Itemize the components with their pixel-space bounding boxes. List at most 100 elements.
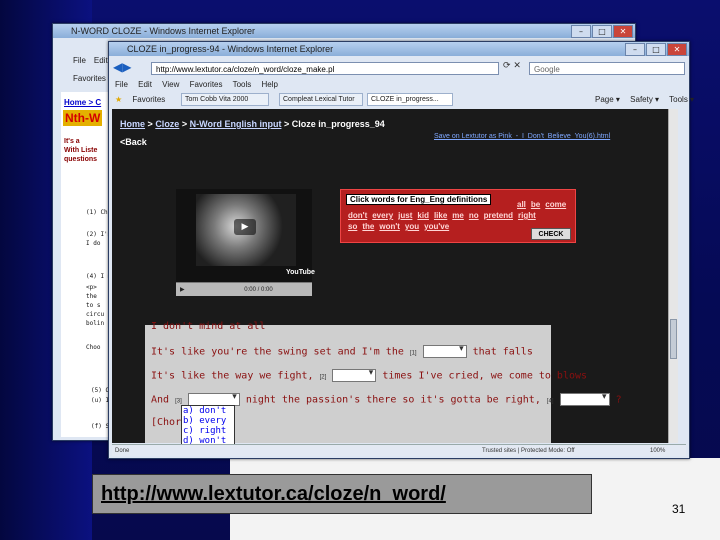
- breadcrumb: Home > Cloze > N-Word English input > Cl…: [120, 119, 385, 129]
- video-time: 0:00 / 0:00: [244, 287, 273, 293]
- blank-select[interactable]: [422, 344, 467, 358]
- status-bar: Done Trusted sites | Protected Mode: Off…: [112, 444, 686, 456]
- back-item: (5) O: [91, 387, 110, 394]
- search-input[interactable]: Google: [529, 62, 685, 75]
- lyric-text: It's like the way we fight,: [151, 370, 314, 382]
- definition-word[interactable]: no: [469, 211, 479, 220]
- menu-edit[interactable]: Edit: [138, 80, 152, 89]
- back-line: With Liste: [64, 147, 98, 154]
- nav-cloze-link[interactable]: Cloze: [155, 119, 179, 129]
- menu-edit[interactable]: Edit: [94, 56, 108, 65]
- blank-number: [3]: [175, 398, 182, 405]
- back-line: It's a: [64, 138, 80, 145]
- close-button[interactable]: ✕: [667, 43, 687, 56]
- menu-bar: File Edit View Favorites Tools Help: [115, 80, 286, 89]
- save-link[interactable]: Save on Lextutor as Pink_-_I_Don't_Belie…: [434, 133, 610, 140]
- back-favorites[interactable]: Favorites: [73, 74, 106, 83]
- menu-favorites[interactable]: Favorites: [190, 80, 223, 89]
- nav-separator: >: [181, 119, 188, 129]
- nav-nword-link[interactable]: N-Word English input: [190, 119, 282, 129]
- play-button-icon[interactable]: ▶: [180, 287, 185, 293]
- lyric-line: It's like the way we fight, [2] times I'…: [151, 368, 588, 382]
- zoom-level[interactable]: 100%: [650, 445, 665, 457]
- definition-word[interactable]: pretend: [484, 211, 513, 220]
- definitions-header: Click words for Eng_Eng definitions: [346, 194, 492, 205]
- favorites-label: Favorites: [132, 95, 166, 104]
- minimize-button[interactable]: –: [571, 25, 591, 38]
- back-item: to s: [86, 302, 101, 309]
- front-window-title: CLOZE in_progress-94 - Windows Internet …: [109, 42, 689, 56]
- back-forward-icon[interactable]: ◀▶: [113, 60, 141, 76]
- back-item: (u) I: [91, 397, 110, 404]
- menu-tools[interactable]: Tools: [233, 80, 252, 89]
- back-item: I do: [86, 240, 101, 247]
- back-item: Choo: [86, 344, 101, 351]
- back-item: (1) Ch: [86, 209, 108, 216]
- blank-dropdown-list: a) don't b) every c) right d) won't: [181, 405, 235, 447]
- definition-word[interactable]: won't: [379, 222, 400, 231]
- address-bar[interactable]: http://www.lextutor.ca/cloze/n_word/cloz…: [151, 62, 499, 75]
- command-bar: Page ▾ Safety ▾ Tools ▾: [595, 95, 702, 104]
- page-menu[interactable]: Page ▾: [595, 95, 620, 104]
- definition-word[interactable]: you've: [424, 222, 449, 231]
- youtube-logo: YouTube: [286, 269, 315, 276]
- lyric-text: times I've cried, we come to blows: [382, 370, 588, 382]
- definition-word[interactable]: you: [405, 222, 419, 231]
- blank-number: [2]: [319, 374, 327, 381]
- dropdown-option[interactable]: c) right: [182, 426, 234, 436]
- back-item: <p>: [86, 284, 97, 291]
- definition-word[interactable]: so: [348, 222, 357, 231]
- play-icon[interactable]: ▶: [234, 219, 256, 235]
- definition-word[interactable]: come: [545, 200, 566, 209]
- lyric-line: It's like you're the swing set and I'm t…: [151, 344, 533, 358]
- dropdown-option[interactable]: b) every: [182, 416, 234, 426]
- back-line: questions: [64, 156, 98, 163]
- lyric-text: night the passion's there so it's gotta …: [245, 394, 541, 406]
- nav-separator: >: [147, 119, 153, 129]
- back-breadcrumb[interactable]: Home > C: [64, 98, 101, 107]
- back-intro: It's a With Liste questions: [64, 137, 97, 164]
- menu-file[interactable]: File: [115, 80, 128, 89]
- maximize-button[interactable]: □: [592, 25, 612, 38]
- tab-lexical-tutor[interactable]: Compleat Lexical Tutor: [279, 93, 363, 106]
- front-browser-window: CLOZE in_progress-94 - Windows Internet …: [108, 41, 694, 459]
- definition-word[interactable]: the: [362, 222, 374, 231]
- blank-select[interactable]: [559, 392, 610, 406]
- definition-words-row3: so the won't you you've: [348, 216, 454, 234]
- slide-url-link[interactable]: http://www.lextutor.ca/cloze/n_word/: [92, 474, 592, 514]
- favorites-button[interactable]: ★ Favorites: [115, 95, 173, 104]
- nav-home-link[interactable]: Home: [120, 119, 145, 129]
- back-link[interactable]: <Back: [120, 137, 147, 147]
- nav-current: > Cloze in_progress_94: [283, 119, 385, 129]
- video-player[interactable]: ▶ YouTube ▶ 0:00 / 0:00: [176, 189, 315, 296]
- close-button[interactable]: ✕: [613, 25, 633, 38]
- menu-help[interactable]: Help: [262, 80, 278, 89]
- page-content: Home > Cloze > N-Word English input > Cl…: [112, 109, 678, 447]
- back-item: bolin: [86, 320, 105, 327]
- back-item: the: [86, 293, 97, 300]
- front-window-controls: – □ ✕: [625, 43, 687, 56]
- blank-number: [4]: [546, 398, 554, 405]
- tools-menu[interactable]: Tools ▾: [669, 95, 694, 104]
- refresh-icon[interactable]: ⟳ ✕: [503, 61, 521, 71]
- back-window-title: N-WORD CLOZE - Windows Internet Explorer: [53, 24, 635, 38]
- definition-word[interactable]: right: [518, 211, 536, 220]
- star-icon: ★: [115, 95, 123, 104]
- menu-file[interactable]: File: [73, 56, 86, 65]
- safety-menu[interactable]: Safety ▾: [630, 95, 659, 104]
- back-item: circu: [86, 311, 105, 318]
- vertical-scrollbar[interactable]: [668, 109, 678, 443]
- maximize-button[interactable]: □: [646, 43, 666, 56]
- video-controls: ▶ 0:00 / 0:00: [176, 282, 312, 296]
- back-heading: Nth-W: [63, 110, 103, 126]
- blank-select[interactable]: [332, 368, 377, 382]
- lyric-line: I don't mind at all: [151, 321, 266, 332]
- tab-tom-cobb[interactable]: Tom Cobb Vita 2000: [181, 93, 269, 106]
- tab-cloze[interactable]: CLOZE in_progress...: [367, 93, 453, 106]
- check-button[interactable]: CHECK: [531, 228, 571, 240]
- menu-view[interactable]: View: [162, 80, 179, 89]
- status-text: Done: [115, 448, 130, 454]
- dropdown-option[interactable]: a) don't: [182, 406, 234, 416]
- scrollbar-thumb[interactable]: [670, 319, 677, 359]
- minimize-button[interactable]: –: [625, 43, 645, 56]
